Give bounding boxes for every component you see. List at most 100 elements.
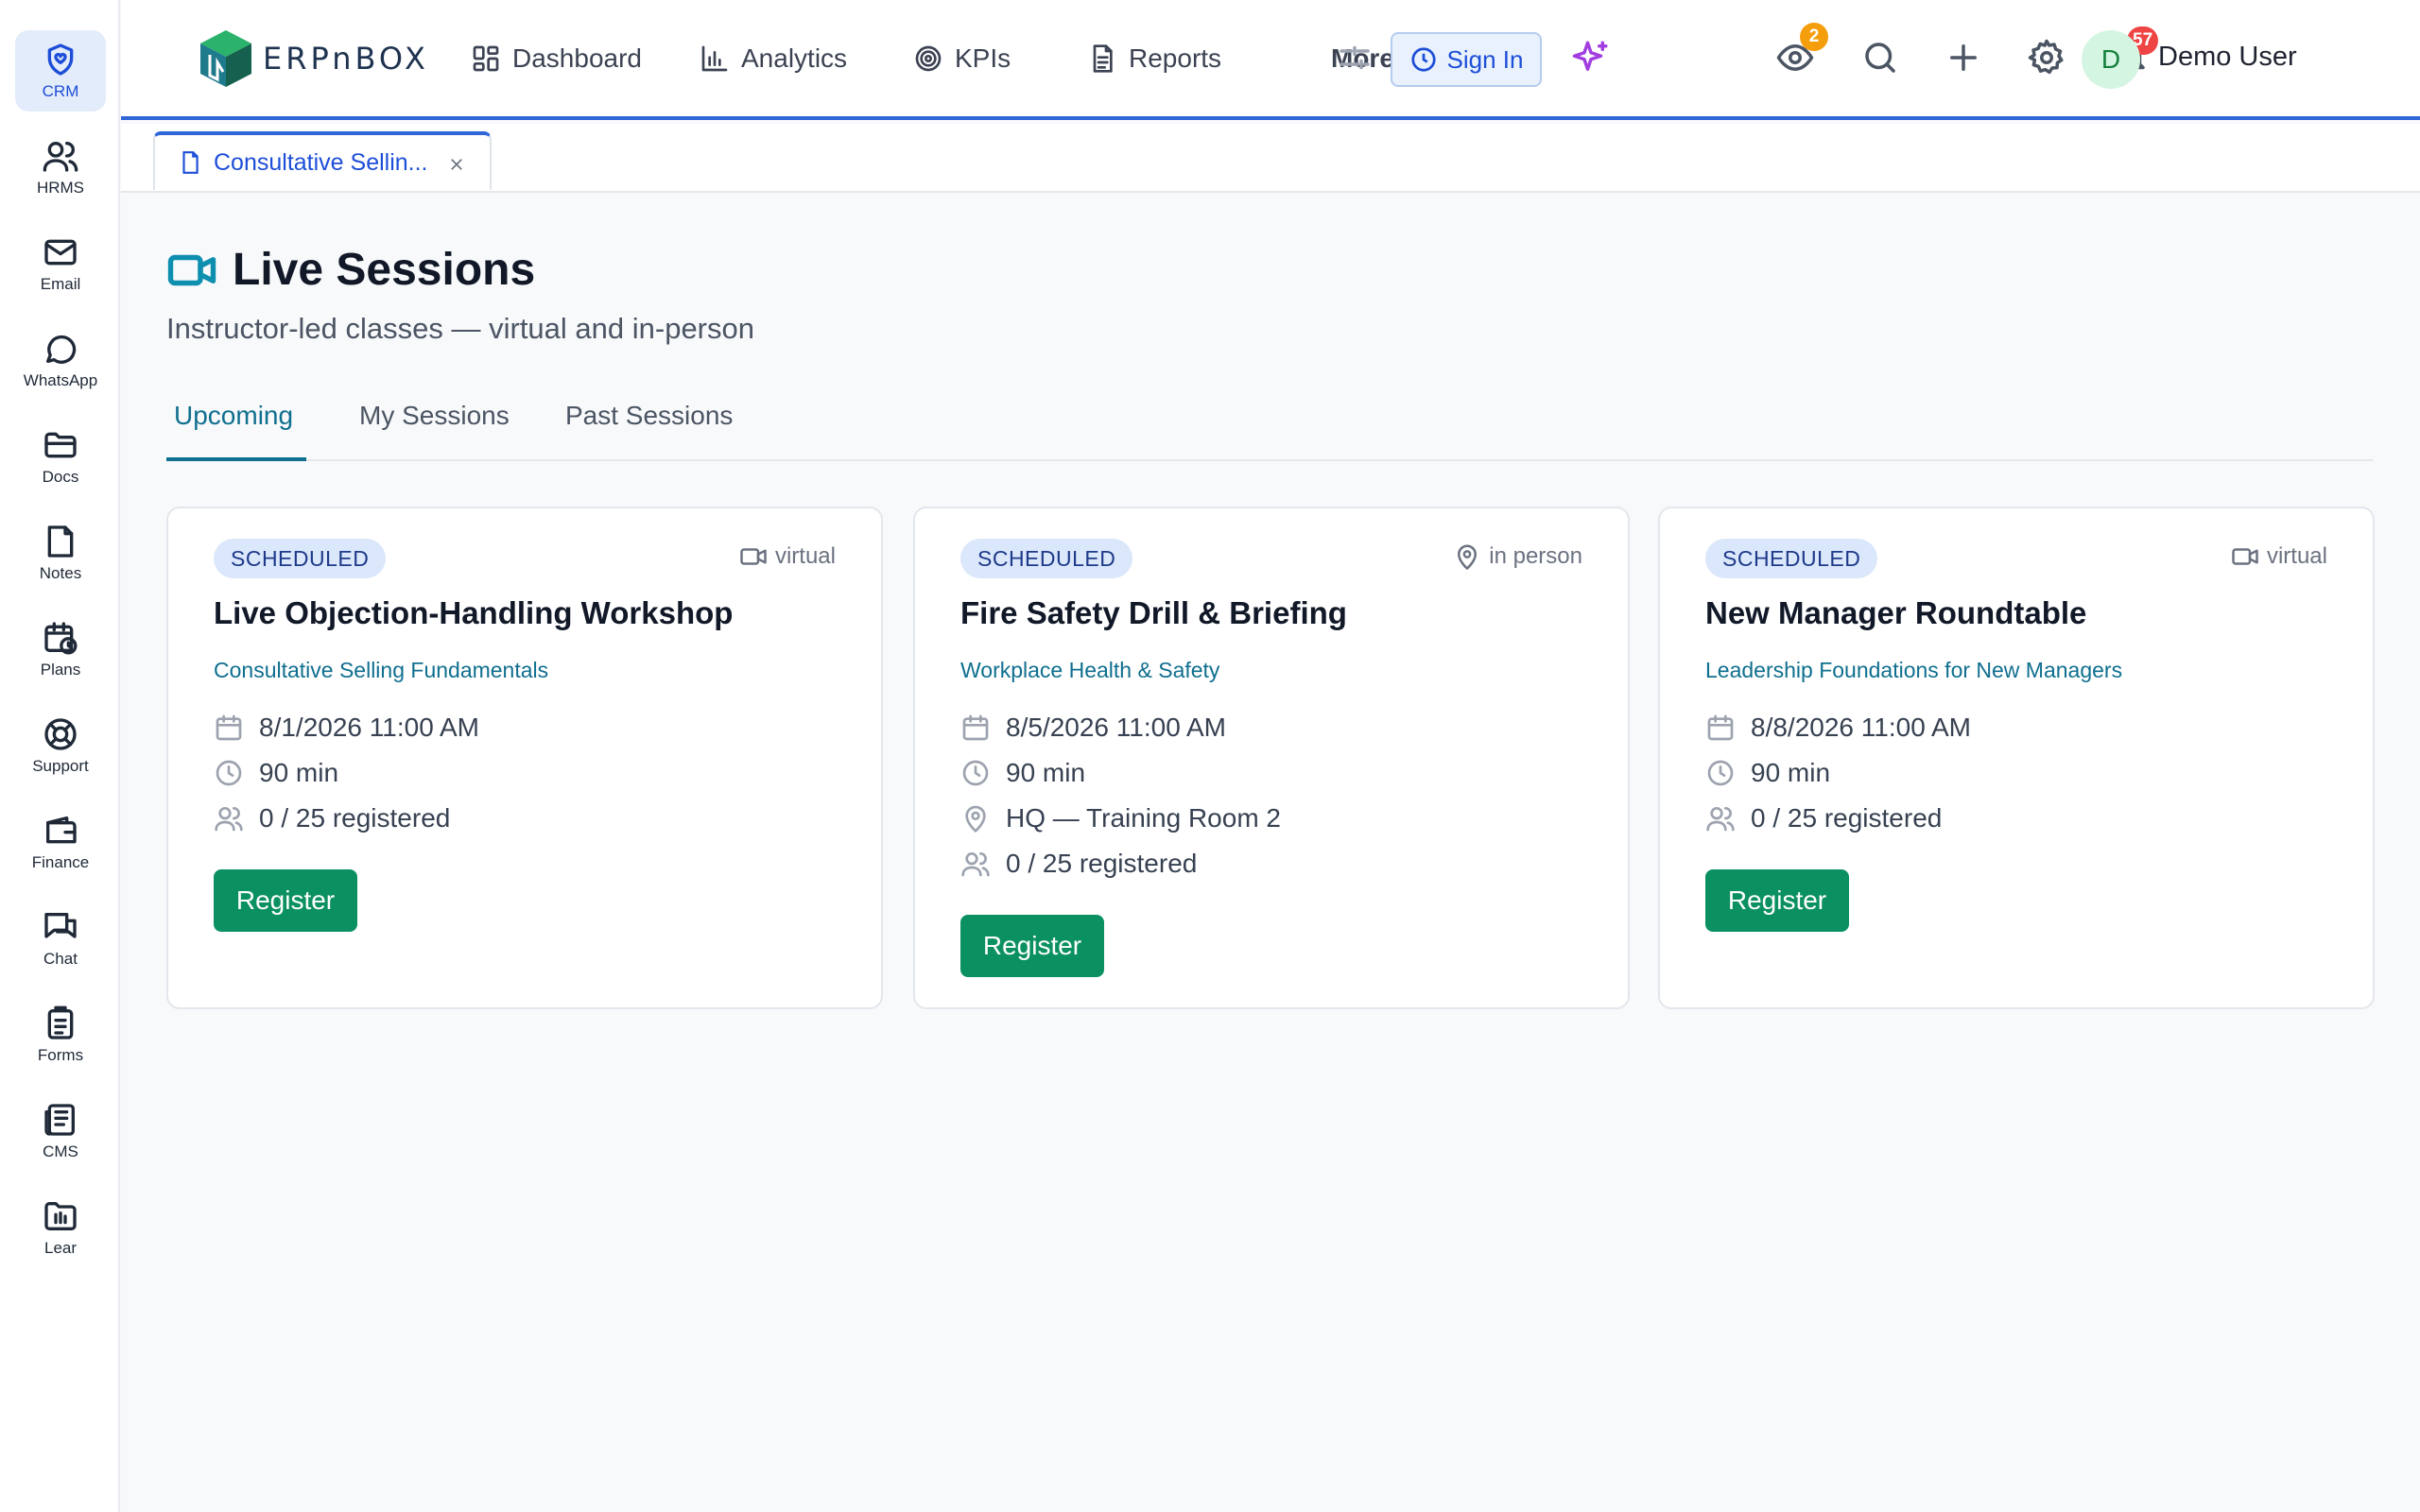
customize-nav-button[interactable]: [1335, 38, 1378, 81]
nav-kpis[interactable]: KPIs: [913, 36, 1011, 81]
session-title: New Manager Roundtable: [1705, 595, 2087, 630]
ai-assistant-button[interactable]: [1571, 38, 1615, 81]
session-registration: 0 / 25 registered: [960, 849, 1197, 879]
session-mode: virtual: [739, 542, 836, 571]
session-datetime-text: 8/1/2026 11:00 AM: [259, 713, 479, 742]
rail-item-whatsapp[interactable]: WhatsApp: [15, 319, 106, 401]
status-badge: SCHEDULED: [960, 539, 1133, 578]
note-icon: [47, 525, 74, 558]
rail-label: HRMS: [36, 179, 85, 197]
rail-label: Email: [40, 275, 81, 293]
video-camera-icon: [740, 548, 767, 565]
messages-icon: [44, 913, 77, 938]
rail-item-chat[interactable]: Chat: [15, 898, 106, 979]
close-icon[interactable]: [448, 156, 465, 173]
course-link[interactable]: Consultative Selling Fundamentals: [214, 658, 548, 683]
rail-label: CMS: [43, 1143, 78, 1160]
rail-item-support[interactable]: Support: [15, 705, 106, 786]
nav-analytics-label: Analytics: [741, 43, 848, 73]
session-registration: 0 / 25 registered: [1705, 803, 1942, 833]
calendar-icon: [216, 714, 242, 741]
session-duration-text: 90 min: [1006, 758, 1086, 787]
rail-item-finance[interactable]: Finance: [15, 801, 106, 883]
rail-item-cms[interactable]: CMS: [15, 1091, 106, 1172]
session-card: SCHEDULED virtual New Manager Roundtable…: [1658, 507, 2375, 1009]
session-registration-text: 0 / 25 registered: [1751, 803, 1943, 833]
dashboard-grid-icon: [473, 45, 499, 72]
sparkles-icon: [1572, 41, 1608, 71]
rail-item-notes[interactable]: Notes: [15, 512, 106, 593]
open-tab-consultative-selling[interactable]: Consultative Sellin...: [153, 131, 492, 190]
watch-count-badge: 2: [1800, 23, 1828, 51]
session-title: Live Objection-Handling Workshop: [214, 595, 734, 630]
status-badge: SCHEDULED: [214, 539, 387, 578]
learning-folder-icon: [44, 1202, 77, 1230]
cube-logo-icon: [200, 30, 251, 87]
clock-icon: [216, 760, 242, 786]
avatar[interactable]: D: [2082, 30, 2140, 89]
register-button[interactable]: Register: [960, 915, 1104, 977]
rail-item-email[interactable]: Email: [15, 223, 106, 304]
rail-label: WhatsApp: [23, 371, 98, 389]
tab-my-sessions[interactable]: My Sessions: [359, 401, 510, 431]
calendar-icon: [962, 714, 989, 741]
nav-analytics[interactable]: Analytics: [700, 36, 847, 81]
users-icon: [43, 142, 78, 172]
session-duration-text: 90 min: [1751, 758, 1831, 787]
search-button[interactable]: [1860, 38, 1904, 81]
course-link[interactable]: Workplace Health & Safety: [960, 658, 1219, 683]
document-icon: [182, 151, 199, 174]
sliders-icon: [1340, 45, 1370, 70]
newspaper-icon: [44, 1104, 76, 1136]
user-name[interactable]: Demo User: [2158, 42, 2297, 73]
shield-heart-icon: [47, 43, 74, 76]
video-camera-icon: [2232, 548, 2258, 565]
rail-label: Docs: [42, 468, 79, 486]
session-location: HQ — Training Room 2: [960, 803, 1281, 833]
clock-icon: [962, 760, 989, 786]
calendar-icon: [1707, 714, 1734, 741]
rail-item-hrms[interactable]: HRMS: [15, 127, 106, 208]
session-datetime-text: 8/8/2026 11:00 AM: [1751, 713, 1971, 742]
folder-icon: [44, 432, 77, 458]
app-rail: CRM HRMS Email WhatsApp Docs Notes Plans…: [0, 0, 120, 1512]
rail-item-crm[interactable]: CRM: [15, 30, 106, 112]
session-registration-text: 0 / 25 registered: [259, 803, 451, 833]
page-subtitle: Instructor-led classes — virtual and in-…: [166, 312, 754, 345]
settings-button[interactable]: [2027, 38, 2070, 81]
nav-kpis-label: KPIs: [955, 43, 1011, 73]
rail-label: Forms: [37, 1046, 84, 1064]
app-logo[interactable]: ERPnBOX: [197, 28, 429, 89]
register-button[interactable]: Register: [1705, 869, 1849, 932]
session-card: SCHEDULED in person Fire Safety Drill & …: [913, 507, 1630, 1009]
session-tabs: Upcoming My Sessions Past Sessions: [166, 387, 2373, 461]
course-link[interactable]: Leadership Foundations for New Managers: [1705, 658, 2122, 683]
page-header: Live Sessions: [166, 244, 535, 296]
rail-item-plans[interactable]: Plans: [15, 609, 106, 690]
rail-item-learning[interactable]: Lear: [15, 1187, 106, 1268]
sign-in-button[interactable]: Sign In: [1391, 32, 1542, 87]
tab-past-sessions[interactable]: Past Sessions: [565, 401, 733, 431]
add-button[interactable]: [1944, 38, 1987, 81]
session-registration: 0 / 25 registered: [214, 803, 450, 833]
session-mode-label: in person: [1489, 543, 1582, 569]
clock-icon: [1410, 47, 1436, 72]
tab-upcoming[interactable]: Upcoming: [174, 401, 293, 431]
lifebuoy-icon: [44, 718, 77, 750]
session-datetime: 8/1/2026 11:00 AM: [214, 713, 479, 743]
nav-dashboard[interactable]: Dashboard: [471, 36, 642, 81]
chat-bubble-icon: [46, 335, 77, 364]
open-tabs-strip: Consultative Sellin...: [121, 124, 2420, 193]
nav-reports[interactable]: Reports: [1087, 36, 1221, 81]
register-button[interactable]: Register: [214, 869, 357, 932]
session-mode-label: virtual: [774, 543, 836, 569]
nav-reports-label: Reports: [1129, 43, 1222, 73]
rail-item-forms[interactable]: Forms: [15, 994, 106, 1075]
watch-button[interactable]: 2: [1775, 23, 1828, 81]
session-registration-text: 0 / 25 registered: [1006, 849, 1198, 878]
session-mode: virtual: [2231, 542, 2327, 571]
video-camera-icon: [167, 254, 216, 285]
rail-label: Plans: [40, 661, 81, 679]
rail-label: Lear: [43, 1239, 78, 1257]
rail-item-docs[interactable]: Docs: [15, 416, 106, 497]
